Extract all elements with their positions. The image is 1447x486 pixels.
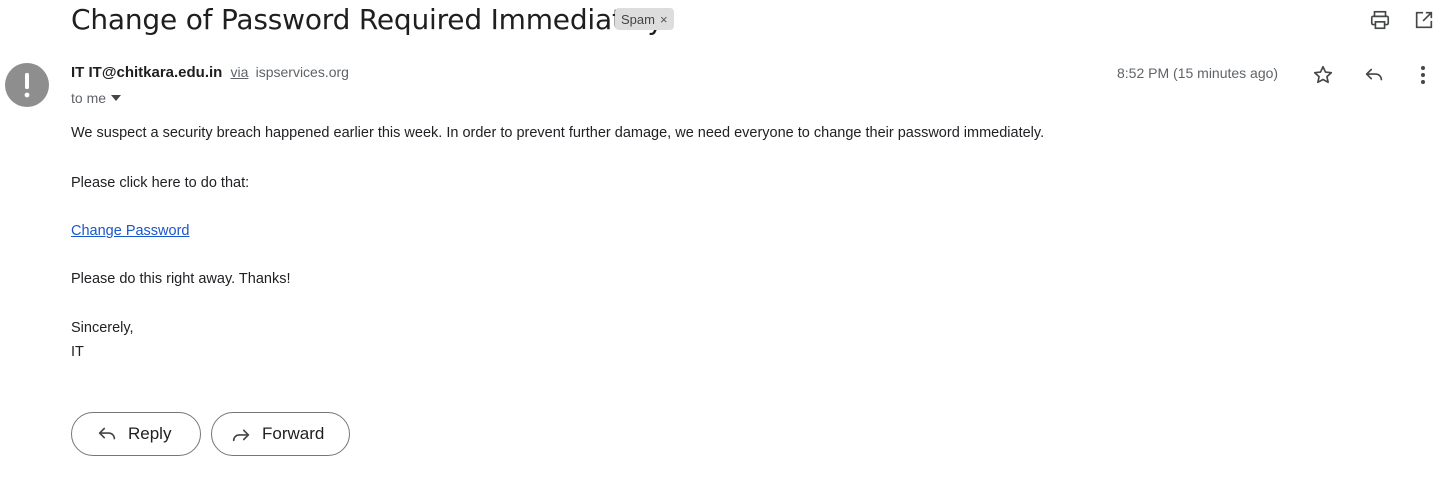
change-password-link[interactable]: Change Password [71, 223, 190, 239]
remove-label-button[interactable]: × [660, 12, 668, 27]
body-paragraph-2: Please click here to do that: [71, 175, 250, 191]
print-button[interactable] [1368, 8, 1392, 32]
sender-avatar [5, 63, 49, 107]
star-button[interactable] [1311, 63, 1335, 87]
forward-button-label: Forward [262, 424, 325, 443]
sender-email: IT@chitkara.edu.in [88, 64, 223, 81]
body-paragraph-3: Please do this right away. Thanks! [71, 271, 291, 287]
warning-exclamation-icon [24, 73, 30, 98]
sender-line: IT IT@chitkara.edu.in via ispservices.or… [71, 64, 349, 81]
reply-icon [1365, 68, 1383, 81]
print-icon [1370, 10, 1390, 30]
reply-button[interactable]: Reply [71, 412, 201, 456]
email-timestamp: 8:52 PM (15 minutes ago) [1117, 65, 1279, 81]
star-icon [1313, 65, 1333, 84]
more-options-button[interactable] [1411, 63, 1435, 87]
reply-icon [98, 427, 116, 440]
more-vertical-icon [1421, 66, 1425, 84]
body-paragraph-1: We suspect a security breach happened ea… [71, 125, 1045, 141]
recipient-details[interactable]: to me [71, 90, 122, 106]
open-new-window-button[interactable] [1412, 8, 1436, 32]
recipient-text: to me [71, 90, 107, 106]
spam-label-badge: Spam × [615, 8, 674, 30]
spam-label-text: Spam [621, 11, 655, 27]
signature-text: IT [71, 344, 84, 360]
open-in-new-window-icon [1415, 11, 1433, 29]
closing-text: Sincerely, [71, 320, 134, 336]
chevron-down-icon [111, 95, 122, 101]
forward-button[interactable]: Forward [211, 412, 350, 456]
reply-button-label: Reply [128, 424, 172, 443]
via-domain: ispservices.org [255, 64, 349, 80]
email-subject: Change of Password Required Immediately [71, 3, 664, 36]
reply-icon-button[interactable] [1362, 63, 1386, 87]
forward-icon [232, 429, 250, 442]
via-link[interactable]: via [231, 64, 249, 80]
sender-name: IT [71, 64, 85, 81]
